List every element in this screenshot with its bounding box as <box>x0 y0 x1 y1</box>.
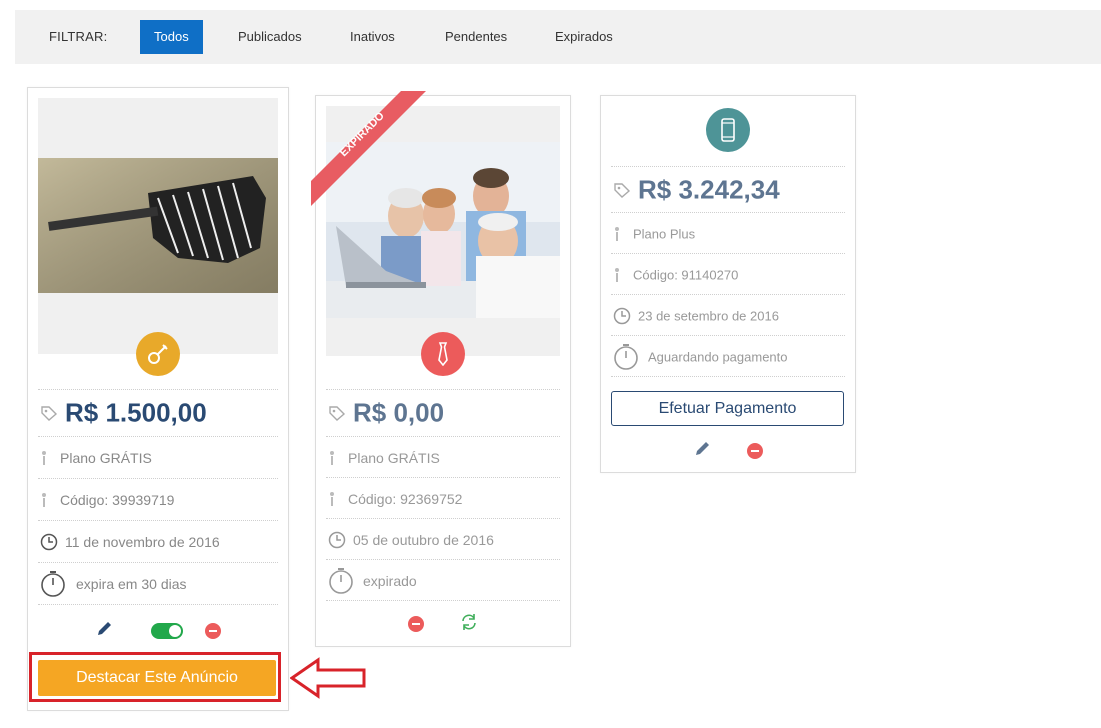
category-icon-circle <box>421 332 465 376</box>
status-row: Aguardando pagamento <box>611 335 845 377</box>
status-text: expira em 30 dias <box>76 576 187 592</box>
filter-todos[interactable]: Todos <box>140 20 203 54</box>
delete-icon[interactable] <box>408 616 424 632</box>
date-text: 11 de novembro de 2016 <box>65 534 220 550</box>
plan-row: Plano GRÁTIS <box>38 436 278 479</box>
divider <box>38 604 278 605</box>
edit-icon[interactable] <box>693 440 711 463</box>
status-text: Aguardando pagamento <box>648 349 788 364</box>
clock-icon <box>40 533 58 551</box>
card-actions <box>316 613 570 636</box>
edit-icon[interactable] <box>95 620 113 643</box>
code-icon <box>613 267 621 283</box>
code-text: Código: 92369752 <box>348 490 463 507</box>
delete-icon[interactable] <box>205 623 221 639</box>
status-text: expirado <box>363 572 417 589</box>
code-icon <box>40 492 48 508</box>
plan-text: Plano GRÁTIS <box>348 449 440 466</box>
ad-image[interactable] <box>38 98 278 354</box>
stopwatch-icon <box>40 570 66 598</box>
ad-card: R$ 1.500,00 Plano GRÁTIS Código: 3993971… <box>27 87 289 711</box>
date-row: 23 de setembro de 2016 <box>611 294 845 336</box>
price-row: R$ 0,00 <box>326 389 560 436</box>
price-row: R$ 3.242,34 <box>611 166 845 213</box>
clock-icon <box>613 307 631 325</box>
expired-ribbon: EXPIRADO <box>311 91 426 206</box>
date-text: 23 de setembro de 2016 <box>638 308 779 323</box>
price-row: R$ 1.500,00 <box>38 389 278 436</box>
filter-pendentes[interactable]: Pendentes <box>431 20 521 54</box>
tag-icon <box>328 405 346 421</box>
plan-icon <box>328 450 336 466</box>
active-toggle[interactable] <box>151 623 183 639</box>
date-row: 11 de novembro de 2016 <box>38 520 278 563</box>
status-row: expira em 30 dias <box>38 562 278 605</box>
ad-card: EXPIRADO R$ 0,00 Plano GRÁTIS Código: 92… <box>311 91 571 647</box>
clock-icon <box>328 531 346 549</box>
stopwatch-icon <box>328 567 354 595</box>
filter-inativos[interactable]: Inativos <box>336 20 409 54</box>
category-icon-circle <box>706 108 750 152</box>
tag-icon <box>40 405 58 421</box>
renew-icon[interactable] <box>460 613 478 636</box>
plan-icon <box>613 226 621 242</box>
date-text: 05 de outubro de 2016 <box>353 531 494 548</box>
pay-button[interactable]: Efetuar Pagamento <box>611 391 844 426</box>
code-icon <box>328 491 336 507</box>
smartphone-icon <box>721 118 735 142</box>
divider <box>611 376 845 377</box>
card-actions <box>28 621 288 641</box>
stopwatch-icon <box>613 343 639 371</box>
divider <box>326 600 560 601</box>
delete-icon[interactable] <box>747 443 763 459</box>
filter-bar: FILTRAR: Todos Publicados Inativos Pende… <box>15 10 1101 64</box>
filter-label: FILTRAR: <box>49 29 108 44</box>
tag-icon <box>613 182 631 198</box>
code-row: Código: 92369752 <box>326 477 560 519</box>
guitar-icon <box>148 344 168 364</box>
code-row: Código: 91140270 <box>611 253 845 295</box>
plan-row: Plano Plus <box>611 212 845 254</box>
code-text: Código: 39939719 <box>60 492 175 508</box>
guitar-photo <box>38 158 278 293</box>
plan-icon <box>40 450 48 466</box>
filter-publicados[interactable]: Publicados <box>224 20 316 54</box>
date-row: 05 de outubro de 2016 <box>326 518 560 560</box>
price: R$ 1.500,00 <box>65 397 207 428</box>
highlight-ad-button[interactable]: Destacar Este Anúncio <box>38 660 276 696</box>
category-icon-circle <box>136 332 180 376</box>
status-row: expirado <box>326 559 560 601</box>
plan-text: Plano Plus <box>633 226 696 241</box>
filter-expirados[interactable]: Expirados <box>541 20 627 54</box>
plan-text: Plano GRÁTIS <box>60 450 152 466</box>
plan-row: Plano GRÁTIS <box>326 436 560 478</box>
code-text: Código: 91140270 <box>633 267 739 282</box>
arrow-left-icon <box>290 657 366 699</box>
price: R$ 0,00 <box>353 397 445 428</box>
card-actions <box>601 441 855 461</box>
code-row: Código: 39939719 <box>38 478 278 521</box>
price: R$ 3.242,34 <box>638 174 780 205</box>
tie-icon <box>438 342 448 366</box>
ad-card: R$ 3.242,34 Plano Plus Código: 91140270 … <box>600 95 856 473</box>
